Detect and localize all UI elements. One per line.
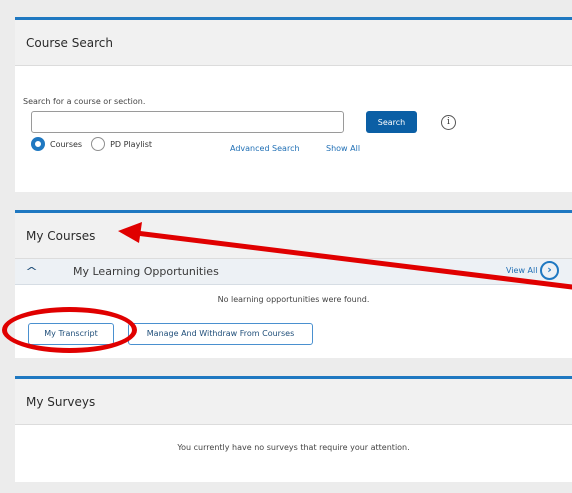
red-annotation-arrow [118, 222, 572, 290]
